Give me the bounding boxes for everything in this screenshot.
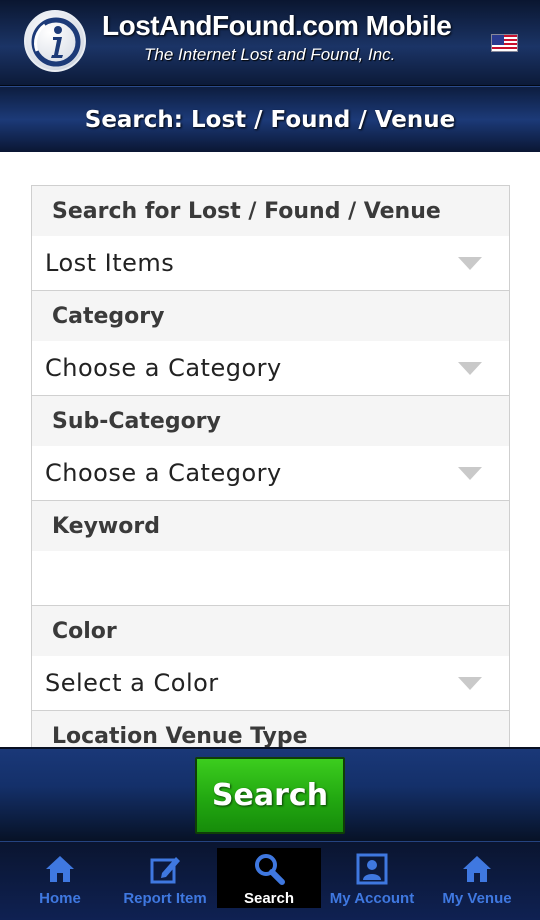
search-type-label: Search for Lost / Found / Venue bbox=[32, 186, 509, 236]
tab-my-venue[interactable]: My Venue bbox=[425, 848, 529, 910]
us-flag-icon[interactable] bbox=[491, 34, 518, 52]
category-select[interactable]: Choose a Category bbox=[32, 341, 509, 396]
tab-my-account[interactable]: My Account bbox=[320, 848, 424, 910]
venue-home-icon bbox=[463, 856, 491, 882]
brand-title: LostAndFound.com Mobile bbox=[102, 10, 452, 41]
account-icon bbox=[356, 853, 388, 885]
tab-label: Report Item bbox=[123, 890, 207, 907]
tab-home[interactable]: Home bbox=[8, 848, 112, 910]
tab-label: My Account bbox=[329, 890, 415, 907]
search-type-select[interactable]: Lost Items bbox=[32, 236, 509, 291]
info-logo-icon[interactable] bbox=[24, 10, 86, 72]
keyword-input[interactable] bbox=[32, 551, 509, 606]
sub-category-label: Sub-Category bbox=[32, 396, 509, 446]
tab-label: Search bbox=[243, 890, 295, 907]
sub-category-select[interactable]: Choose a Category bbox=[32, 446, 509, 501]
chevron-down-icon bbox=[458, 257, 482, 270]
brand-subtitle: The Internet Lost and Found, Inc. bbox=[144, 45, 396, 64]
search-button[interactable]: Search bbox=[195, 757, 345, 834]
search-action-bar: Search bbox=[0, 747, 540, 841]
category-label: Category bbox=[32, 291, 509, 341]
edit-icon bbox=[150, 857, 180, 884]
chevron-down-icon bbox=[458, 467, 482, 480]
color-select[interactable]: Select a Color bbox=[32, 656, 509, 711]
bottom-tab-bar: Home Report Item Search My Account My Ve… bbox=[0, 841, 540, 920]
tab-search[interactable]: Search bbox=[217, 848, 321, 908]
app-header: LostAndFound.com Mobile The Internet Los… bbox=[0, 0, 540, 86]
chevron-down-icon bbox=[458, 677, 482, 690]
page-title-bar: Search: Lost / Found / Venue bbox=[0, 86, 540, 152]
location-venue-type-label: Location Venue Type bbox=[32, 711, 509, 747]
category-value: Choose a Category bbox=[45, 354, 282, 382]
flag-canton bbox=[492, 35, 504, 45]
search-type-value: Lost Items bbox=[45, 249, 175, 277]
home-icon bbox=[46, 856, 74, 882]
search-icon bbox=[255, 854, 285, 885]
sub-category-value: Choose a Category bbox=[45, 459, 282, 487]
tab-label: My Venue bbox=[442, 890, 512, 907]
chevron-down-icon bbox=[458, 362, 482, 375]
tab-report-item[interactable]: Report Item bbox=[113, 848, 217, 910]
color-value: Select a Color bbox=[45, 669, 219, 697]
tab-label: Home bbox=[39, 890, 81, 907]
search-form: Search for Lost / Found / Venue Lost Ite… bbox=[31, 185, 510, 747]
keyword-label: Keyword bbox=[32, 501, 509, 551]
page-title: Search: Lost / Found / Venue bbox=[84, 106, 456, 133]
color-label: Color bbox=[32, 606, 509, 656]
